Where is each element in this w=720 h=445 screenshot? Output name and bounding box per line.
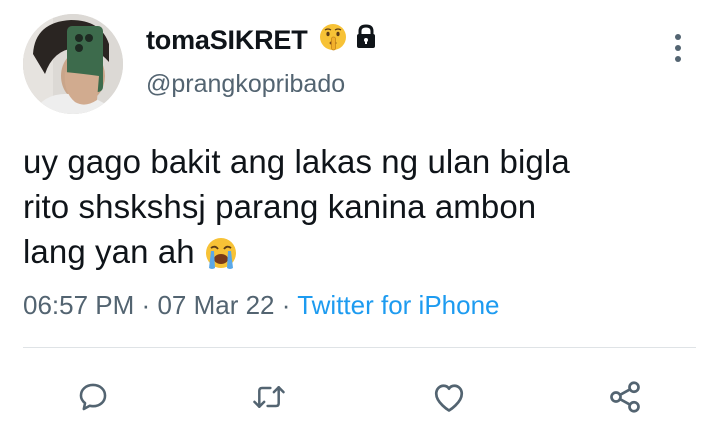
more-dot: [675, 45, 681, 51]
loudly-crying-face-emoji-icon: [203, 235, 239, 282]
display-name[interactable]: tomaSIKRET: [146, 22, 378, 59]
tweet-source-link[interactable]: Twitter for iPhone: [297, 290, 499, 320]
tweet-metadata: 06:57 PM · 07 Mar 22 · Twitter for iPhon…: [23, 290, 500, 321]
share-icon[interactable]: [600, 372, 650, 422]
separator: ·: [281, 290, 291, 320]
tweet-time[interactable]: 06:57 PM: [23, 290, 134, 320]
reply-icon[interactable]: [68, 372, 118, 422]
retweet-icon[interactable]: [244, 372, 294, 422]
user-handle[interactable]: @prangkopribado: [146, 70, 345, 99]
tweet-text-line-last: lang yan ah: [23, 229, 683, 282]
more-options-icon[interactable]: [665, 30, 691, 66]
tweet-text-line: lang yan ah: [23, 233, 195, 270]
shushing-face-emoji-icon: [318, 22, 348, 59]
lock-icon: [354, 24, 378, 57]
tweet-text-line: uy gago bakit ang lakas ng ulan bigla: [23, 143, 570, 180]
tweet-text-line: rito shskshsj parang kanina ambon: [23, 188, 537, 225]
action-bar: [0, 372, 720, 422]
avatar[interactable]: [23, 14, 123, 114]
more-dot: [675, 34, 681, 40]
separator: ·: [141, 290, 151, 320]
tweet-date[interactable]: 07 Mar 22: [157, 290, 274, 320]
display-name-text: tomaSIKRET: [146, 25, 308, 55]
more-dot: [675, 56, 681, 62]
like-icon[interactable]: [424, 372, 474, 422]
divider: [23, 347, 696, 348]
tweet-text: uy gago bakit ang lakas ng ulan bigla ri…: [23, 139, 683, 282]
